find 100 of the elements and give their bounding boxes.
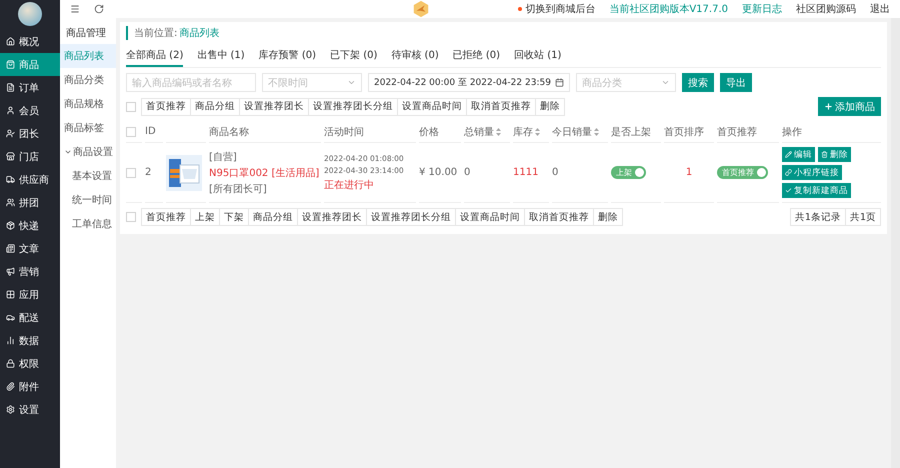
sidebar-item[interactable]: 快递	[0, 214, 60, 237]
bulk-action-button[interactable]: 取消首页推荐	[466, 98, 536, 116]
bulk-action-button[interactable]: 设置商品时间	[455, 208, 525, 226]
trash-icon	[821, 151, 828, 158]
filter-button[interactable]: 搜索	[682, 73, 714, 92]
sidebar-item[interactable]: 设置	[0, 398, 60, 421]
bulk-action-button[interactable]: 设置推荐团长	[297, 208, 367, 226]
filter-tab[interactable]: 回收站 (1)	[514, 45, 562, 67]
breadcrumb-link[interactable]: 商品列表	[179, 26, 220, 40]
select-all-checkbox[interactable]	[126, 212, 136, 222]
product-tag: [自营]	[209, 150, 321, 164]
bulk-action-button[interactable]: 设置商品时间	[397, 98, 467, 116]
store-icon	[6, 152, 15, 161]
submenu-item[interactable]: 统一时间	[60, 188, 116, 212]
filter-tab[interactable]: 出售中 (1)	[197, 45, 245, 67]
row-action-button[interactable]: 小程序链接	[782, 165, 842, 180]
avatar[interactable]	[18, 2, 42, 26]
link-icon	[785, 169, 792, 176]
submenu-item[interactable]: 商品设置	[60, 140, 116, 164]
users-icon	[6, 198, 15, 207]
admin-switch-link[interactable]: 切换到商城后台	[525, 2, 596, 16]
bulk-action-button[interactable]: 设置推荐团长	[239, 98, 309, 116]
sidebar-item[interactable]: 配送	[0, 306, 60, 329]
sidebar-item[interactable]: 概况	[0, 30, 60, 53]
sort-icon[interactable]	[496, 128, 501, 136]
bulk-action-button[interactable]: 首页推荐	[141, 208, 191, 226]
table-cell-text: 0	[464, 167, 472, 178]
home-icon	[6, 37, 15, 46]
column-header: ID	[145, 126, 156, 137]
sidebar-item[interactable]: 数据	[0, 329, 60, 352]
sidebar-item[interactable]: 权限	[0, 352, 60, 375]
select-all-checkbox[interactable]	[126, 102, 136, 112]
submenu-item[interactable]: 工单信息	[60, 212, 116, 236]
menu-icon[interactable]	[70, 4, 80, 14]
sort-icon[interactable]	[535, 128, 540, 136]
caret-icon	[64, 148, 72, 156]
grid-icon	[6, 290, 15, 299]
header-checkbox[interactable]	[126, 126, 136, 136]
plus-icon	[824, 102, 833, 111]
megaphone-icon	[6, 267, 15, 276]
lock-icon	[6, 359, 15, 368]
filter-tab[interactable]: 待审核 (0)	[391, 45, 439, 67]
sidebar-item[interactable]: 供应商	[0, 168, 60, 191]
row-action-button[interactable]: 删除	[818, 147, 851, 162]
bulk-action-button[interactable]: 下架	[219, 208, 249, 226]
stock-count: 1111	[513, 167, 540, 178]
bulk-action-button[interactable]: 取消首页推荐	[524, 208, 594, 226]
submenu-item[interactable]: 商品标签	[60, 116, 116, 140]
bulk-action-button[interactable]: 商品分组	[190, 98, 240, 116]
sort-icon[interactable]	[594, 128, 599, 136]
column-header: 总销量	[464, 124, 501, 138]
product-name[interactable]: N95口罩002 [生活用品]	[209, 166, 321, 180]
truck-icon	[6, 175, 15, 184]
user-check-icon	[6, 129, 15, 138]
bulk-action-button[interactable]: 设置推荐团长分组	[366, 208, 456, 226]
sidebar-item[interactable]: 应用	[0, 283, 60, 306]
sidebar-item[interactable]: 附件	[0, 375, 60, 398]
header-link[interactable]: 社区团购源码	[796, 2, 856, 16]
bulk-action-button[interactable]: 商品分组	[248, 208, 298, 226]
column-header: 库存	[513, 124, 540, 138]
filter-tab[interactable]: 库存预警 (0)	[258, 45, 316, 67]
sidebar-item[interactable]: 营销	[0, 260, 60, 283]
filter-tab[interactable]: 已下架 (0)	[330, 45, 378, 67]
header-link[interactable]: 退出	[870, 2, 890, 16]
date-range-field[interactable]: 2022-04-22 00:00 至 2022-04-22 23:59	[368, 73, 570, 92]
header-link[interactable]: 更新日志	[742, 2, 782, 16]
sidebar-item[interactable]: 门店	[0, 145, 60, 168]
sidebar-item[interactable]: 团长	[0, 122, 60, 145]
paperclip-icon	[6, 382, 15, 391]
settings-icon	[6, 405, 15, 414]
bulk-action-button[interactable]: 上架	[190, 208, 220, 226]
pagination-button[interactable]: 共1页	[844, 208, 881, 226]
submenu-item[interactable]: 商品分类	[60, 68, 116, 92]
bag-icon	[6, 60, 15, 69]
filter-tab[interactable]: 已拒绝 (0)	[452, 45, 500, 67]
column-header: 商品名称	[209, 126, 249, 138]
bulk-action-button[interactable]: 设置推荐团长分组	[308, 98, 398, 116]
filter-tab[interactable]: 全部商品 (2)	[126, 45, 184, 67]
header-link[interactable]: 当前社区团购版本V17.7.0	[609, 2, 728, 16]
submenu-item[interactable]: 基本设置	[60, 164, 116, 188]
column-header: 是否上架	[611, 126, 651, 138]
sidebar-item[interactable]: 会员	[0, 99, 60, 122]
row-action-button[interactable]: 编辑	[782, 147, 815, 162]
pagination-button[interactable]: 共1条记录	[790, 208, 846, 226]
row-action-button[interactable]: 复制新建商品	[782, 183, 851, 198]
sidebar-item[interactable]: 订单	[0, 76, 60, 99]
bulk-action-button[interactable]: 首页推荐	[141, 98, 191, 116]
submenu-item[interactable]: 商品规格	[60, 92, 116, 116]
filter-button[interactable]: 导出	[720, 73, 752, 92]
column-header: 价格	[419, 126, 439, 138]
bulk-action-button[interactable]: 删除	[593, 208, 623, 226]
column-header: 操作	[782, 126, 802, 138]
sidebar-item[interactable]: 商品	[0, 53, 60, 76]
bird-logo-icon	[412, 0, 430, 18]
bulk-action-button[interactable]: 删除	[535, 98, 565, 116]
row-checkbox[interactable]	[126, 168, 136, 178]
refresh-icon[interactable]	[94, 4, 104, 14]
add-product-button[interactable]: 添加商品	[818, 97, 881, 116]
sidebar-item[interactable]: 文章	[0, 237, 60, 260]
sidebar-item[interactable]: 拼团	[0, 191, 60, 214]
